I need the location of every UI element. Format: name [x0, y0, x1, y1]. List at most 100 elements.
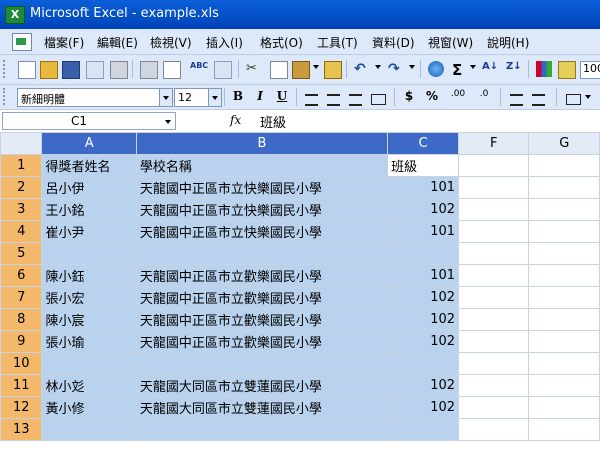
menu-insert[interactable]: 插入(I) — [206, 34, 243, 51]
row-header[interactable]: 4 — [0, 220, 43, 243]
cell-a[interactable]: 陳小宸 — [41, 308, 137, 331]
column-header-f[interactable]: F — [458, 132, 530, 155]
name-box[interactable]: C1 — [2, 112, 176, 130]
merge-center-icon[interactable] — [371, 94, 386, 105]
cell-a[interactable]: 崔小尹 — [41, 220, 137, 243]
cell-c[interactable]: 班級 — [387, 154, 460, 177]
row-header[interactable]: 7 — [0, 286, 43, 309]
italic-button[interactable]: I — [251, 89, 269, 105]
cell-b[interactable]: 天龍國中正區市立快樂國民小學 — [135, 176, 389, 199]
cell-g[interactable] — [528, 396, 600, 419]
cell-c[interactable]: 102 — [387, 308, 460, 331]
cell-g[interactable] — [528, 308, 600, 331]
excel-app-icon[interactable]: X — [5, 6, 25, 24]
copy-icon[interactable] — [270, 61, 288, 79]
row-header[interactable]: 1 — [0, 154, 43, 177]
cell-b[interactable]: 天龍國大同區市立雙蓮國民小學 — [135, 396, 389, 419]
cell-a[interactable]: 得獎者姓名 — [41, 154, 137, 177]
menu-help[interactable]: 說明(H) — [487, 34, 529, 51]
email-icon[interactable] — [110, 61, 128, 79]
cell-g[interactable] — [528, 374, 600, 397]
undo-dropdown-icon[interactable] — [375, 65, 381, 69]
cell-g[interactable] — [528, 176, 600, 199]
row-header[interactable]: 2 — [0, 176, 43, 199]
spreadsheet-grid[interactable]: A B C F G 1 得獎者姓名 學校名稱 班級 2 呂小伊 天龍國中正區市立快樂國民小學… — [0, 132, 600, 450]
cell-c[interactable]: 102 — [387, 396, 460, 419]
cell-c[interactable]: 101 — [387, 264, 460, 287]
drawing-icon[interactable] — [558, 61, 576, 79]
row-header[interactable]: 6 — [0, 264, 43, 287]
cell-f[interactable] — [458, 330, 530, 353]
borders-icon[interactable] — [566, 94, 581, 105]
currency-button[interactable]: $ — [400, 89, 418, 105]
cell-b[interactable]: 學校名稱 — [135, 154, 389, 177]
cell-b[interactable]: 天龍國中正區市立歡樂國民小學 — [135, 286, 389, 309]
cell-a[interactable]: 張小宏 — [41, 286, 137, 309]
cell-b[interactable] — [135, 352, 389, 375]
chevron-down-icon[interactable] — [208, 89, 221, 106]
cut-icon[interactable]: ✂ — [246, 61, 262, 77]
increase-indent-icon[interactable] — [532, 94, 545, 106]
borders-dropdown-icon[interactable] — [585, 95, 591, 99]
toolbar-grip[interactable] — [3, 60, 9, 78]
cell-g[interactable] — [528, 418, 600, 441]
chevron-down-icon[interactable] — [159, 89, 172, 106]
column-header-b[interactable]: B — [135, 132, 389, 155]
cell-g[interactable] — [528, 154, 600, 177]
cell-a[interactable]: 林小彣 — [41, 374, 137, 397]
formula-input[interactable]: 班級 — [260, 112, 286, 131]
cell-f[interactable] — [458, 176, 530, 199]
menu-view[interactable]: 檢視(V) — [150, 34, 192, 51]
print-preview-icon[interactable] — [163, 61, 181, 79]
cell-c[interactable] — [387, 242, 460, 265]
cell-g[interactable] — [528, 286, 600, 309]
row-header[interactable]: 11 — [0, 374, 43, 397]
cell-b[interactable]: 天龍國中正區市立快樂國民小學 — [135, 220, 389, 243]
research-icon[interactable] — [214, 61, 232, 79]
cell-g[interactable] — [528, 330, 600, 353]
paste-dropdown-icon[interactable] — [313, 65, 319, 69]
open-folder-icon[interactable] — [40, 61, 58, 79]
menu-edit[interactable]: 編輯(E) — [97, 34, 138, 51]
paste-icon[interactable] — [292, 61, 310, 79]
cell-b[interactable] — [135, 242, 389, 265]
menu-format[interactable]: 格式(O) — [260, 34, 303, 51]
menu-file[interactable]: 檔案(F) — [44, 34, 84, 51]
format-painter-icon[interactable] — [324, 61, 342, 79]
cell-f[interactable] — [458, 374, 530, 397]
percent-button[interactable]: % — [423, 89, 441, 105]
cell-a[interactable] — [41, 242, 137, 265]
cell-c[interactable]: 102 — [387, 286, 460, 309]
cell-f[interactable] — [458, 308, 530, 331]
cell-b[interactable]: 天龍國大同區市立雙蓮國民小學 — [135, 374, 389, 397]
cell-a[interactable]: 陳小鈺 — [41, 264, 137, 287]
sort-descending-icon[interactable]: Z↓ — [506, 61, 522, 77]
cell-b[interactable]: 天龍國中正區市立歡樂國民小學 — [135, 308, 389, 331]
redo-icon[interactable]: ↷ — [388, 61, 404, 77]
chart-wizard-icon[interactable] — [536, 61, 552, 77]
cell-f[interactable] — [458, 286, 530, 309]
insert-function-icon[interactable]: fx — [230, 113, 241, 127]
cell-a[interactable] — [41, 352, 137, 375]
decrease-indent-icon[interactable] — [510, 94, 523, 106]
column-header-c[interactable]: C — [387, 132, 460, 155]
cell-g[interactable] — [528, 264, 600, 287]
cell-c[interactable] — [387, 418, 460, 441]
increase-decimal-button[interactable]: .00 — [446, 89, 470, 105]
save-icon[interactable] — [62, 61, 80, 79]
cell-f[interactable] — [458, 154, 530, 177]
cell-b[interactable]: 天龍國中正區市立歡樂國民小學 — [135, 330, 389, 353]
cell-f[interactable] — [458, 220, 530, 243]
decrease-decimal-button[interactable]: .0 — [473, 89, 495, 105]
cell-g[interactable] — [528, 352, 600, 375]
cell-a[interactable]: 呂小伊 — [41, 176, 137, 199]
cell-g[interactable] — [528, 220, 600, 243]
cell-f[interactable] — [458, 418, 530, 441]
print-icon[interactable] — [140, 61, 158, 79]
menu-window[interactable]: 視窗(W) — [428, 34, 473, 51]
cell-c[interactable]: 102 — [387, 198, 460, 221]
font-name-select[interactable]: 新細明體 — [17, 88, 173, 107]
cell-b[interactable]: 天龍國中正區市立歡樂國民小學 — [135, 264, 389, 287]
row-header[interactable]: 9 — [0, 330, 43, 353]
sort-ascending-icon[interactable]: A↓ — [482, 61, 498, 77]
